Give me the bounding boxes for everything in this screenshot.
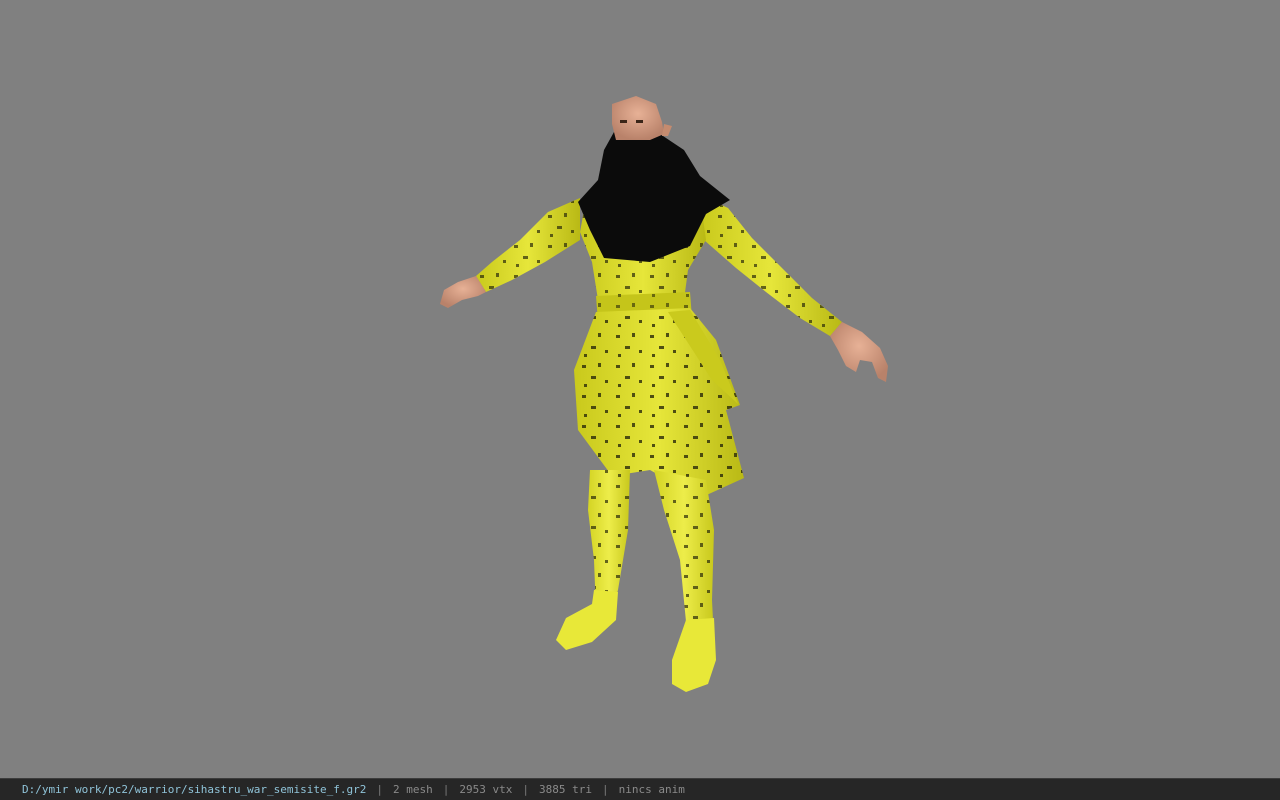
left-arm (440, 198, 580, 308)
lower-armor (574, 308, 744, 498)
separator: | (442, 783, 450, 796)
vertex-count: 2953 vtx (459, 783, 513, 796)
head (612, 96, 672, 140)
separator: | (376, 783, 383, 796)
separator: | (601, 783, 609, 796)
file-path: D:/ymir work/pc2/warrior/sihastru_war_se… (22, 783, 367, 796)
mesh-count: 2 mesh (393, 783, 433, 796)
character-model[interactable] (0, 0, 1280, 778)
separator: | (522, 783, 529, 796)
3d-viewport[interactable] (0, 0, 1280, 778)
right-arm (700, 195, 888, 382)
animation-status: nincs anim (618, 783, 685, 796)
triangle-count: 3885 tri (538, 783, 592, 796)
status-bar: D:/ymir work/pc2/warrior/sihastru_war_se… (0, 778, 1280, 800)
